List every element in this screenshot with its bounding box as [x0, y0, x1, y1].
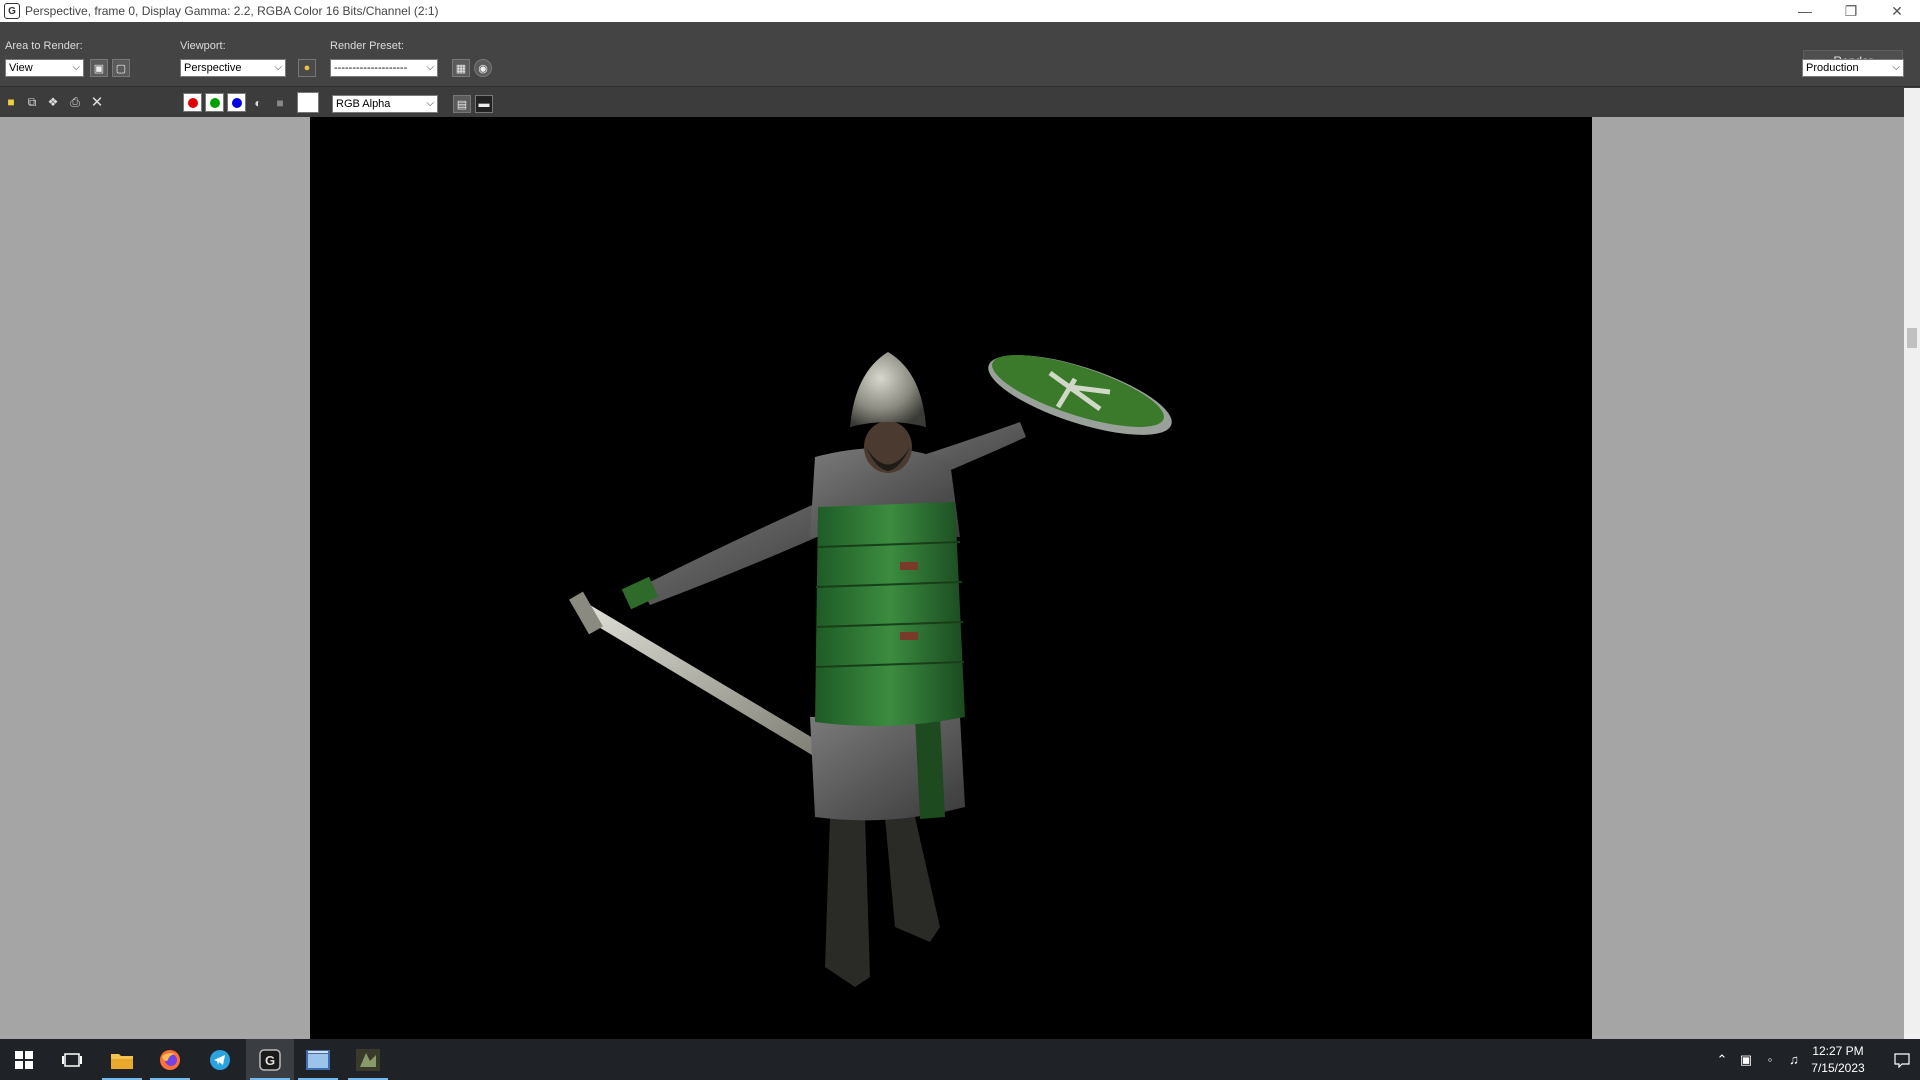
- channel-display-value: RGB Alpha: [336, 98, 391, 110]
- render-mode-select[interactable]: Production ⌵: [1802, 59, 1904, 77]
- viewport-select[interactable]: Perspective ⌵: [180, 59, 286, 77]
- taskbar: G ⌃ ▣ ◦ ♫ 12:27 PM 7/15/2023: [0, 1039, 1920, 1080]
- auto-region-icon[interactable]: ▢: [112, 59, 130, 77]
- chevron-down-icon: ⌵: [426, 98, 434, 109]
- area-to-render-value: View: [9, 62, 33, 74]
- red-channel-toggle[interactable]: [183, 93, 202, 112]
- viewport-value: Perspective: [184, 62, 242, 74]
- area-to-render-select[interactable]: View ⌵: [5, 59, 84, 77]
- chevron-down-icon: ⌵: [1892, 62, 1900, 73]
- close-icon[interactable]: ✕: [1874, 0, 1920, 22]
- render-preset-select[interactable]: -------------------- ⌵: [330, 59, 438, 77]
- file-explorer-button[interactable]: [98, 1039, 146, 1080]
- rendered-image: [310, 117, 1592, 1039]
- clock-time: 12:27 PM: [1812, 1044, 1864, 1058]
- 3dsmax-app-icon: G: [4, 3, 20, 19]
- chevron-down-icon: ⌵: [426, 62, 434, 73]
- network-icon[interactable]: ◦: [1758, 1052, 1782, 1067]
- blue-channel-toggle[interactable]: [227, 93, 246, 112]
- alpha-channel-icon[interactable]: ◐: [250, 95, 266, 111]
- 3dsmax-icon: G: [259, 1048, 281, 1071]
- window-title: Perspective, frame 0, Display Gamma: 2.2…: [25, 4, 439, 18]
- warrior-render-image: [569, 352, 1172, 987]
- channel-toolbar: ■ ⧉ ❖ ⎙ ✕ ◐ ■ RGB Alpha ⌵ ▤ ▬: [0, 87, 1920, 117]
- vertical-scrollbar[interactable]: [1904, 88, 1920, 1039]
- area-to-render-label: Area to Render:: [5, 40, 83, 52]
- title-bar: G Perspective, frame 0, Display Gamma: 2…: [0, 0, 1920, 22]
- restore-icon[interactable]: ❐: [1828, 0, 1874, 22]
- window-controls: — ❐ ✕: [1782, 0, 1920, 22]
- task-view-button[interactable]: [48, 1039, 96, 1080]
- minimize-icon[interactable]: —: [1782, 0, 1828, 22]
- viewport-label: Viewport:: [180, 40, 226, 52]
- color-swatch[interactable]: [297, 92, 319, 113]
- show-hidden-icons-icon[interactable]: ⌃: [1710, 1052, 1734, 1068]
- edit-region-icon[interactable]: ▣: [90, 59, 108, 77]
- blue-channel-icon: [231, 97, 242, 108]
- frame-buffer-viewport: [0, 117, 1904, 1039]
- clone-window-icon[interactable]: ❖: [45, 94, 61, 110]
- svg-text:G: G: [265, 1053, 275, 1068]
- start-button[interactable]: [0, 1039, 48, 1080]
- image-viewer-icon: [306, 1049, 330, 1070]
- file-explorer-icon: [111, 1053, 133, 1069]
- system-tray: ⌃ ▣ ◦ ♫: [1710, 1039, 1806, 1080]
- task-view-icon: [62, 1052, 82, 1067]
- chevron-down-icon: ⌵: [274, 62, 282, 73]
- render-preset-label: Render Preset:: [330, 40, 404, 52]
- red-channel-icon: [187, 97, 198, 108]
- meet-now-icon[interactable]: ▣: [1734, 1052, 1758, 1068]
- chevron-down-icon: ⌵: [72, 62, 80, 73]
- notifications-icon: [1894, 1052, 1910, 1068]
- firefox-icon: [160, 1049, 180, 1070]
- telegram-button[interactable]: [196, 1039, 244, 1080]
- green-channel-toggle[interactable]: [205, 93, 224, 112]
- windows-start-icon: [15, 1050, 33, 1069]
- image-viewer-button[interactable]: [294, 1039, 342, 1080]
- print-icon[interactable]: ⎙: [67, 94, 83, 110]
- telegram-icon: [210, 1049, 230, 1070]
- scrollbar-thumb[interactable]: [1907, 328, 1917, 348]
- green-channel-icon: [209, 97, 220, 108]
- firefox-button[interactable]: [146, 1039, 194, 1080]
- render-mode-value: Production: [1806, 62, 1859, 74]
- 3dsmax-button[interactable]: G: [246, 1039, 294, 1080]
- notifications-button[interactable]: [1884, 1039, 1920, 1080]
- render-setup-icon[interactable]: ▦: [452, 59, 470, 77]
- clock[interactable]: 12:27 PM 7/15/2023: [1798, 1043, 1878, 1077]
- monochrome-icon[interactable]: ■: [272, 95, 288, 111]
- clear-icon[interactable]: ✕: [89, 94, 105, 111]
- save-image-icon[interactable]: ■: [3, 94, 19, 110]
- environment-effects-icon[interactable]: ◉: [474, 59, 492, 77]
- render-preset-value: --------------------: [334, 62, 408, 74]
- clock-date: 7/15/2023: [1811, 1061, 1865, 1075]
- game-icon: [356, 1048, 380, 1071]
- render-settings-toolbar: Area to Render: View ⌵ ▣ ▢ Viewport: Pers…: [0, 22, 1920, 86]
- channel-display-select[interactable]: RGB Alpha ⌵: [332, 95, 438, 113]
- copy-image-icon[interactable]: ⧉: [24, 94, 40, 110]
- toggle-ui-overlay-icon[interactable]: ▤: [453, 95, 471, 113]
- game-button[interactable]: [344, 1039, 392, 1080]
- lock-icon[interactable]: ●: [298, 59, 316, 77]
- toggle-ui-icon[interactable]: ▬: [475, 95, 493, 113]
